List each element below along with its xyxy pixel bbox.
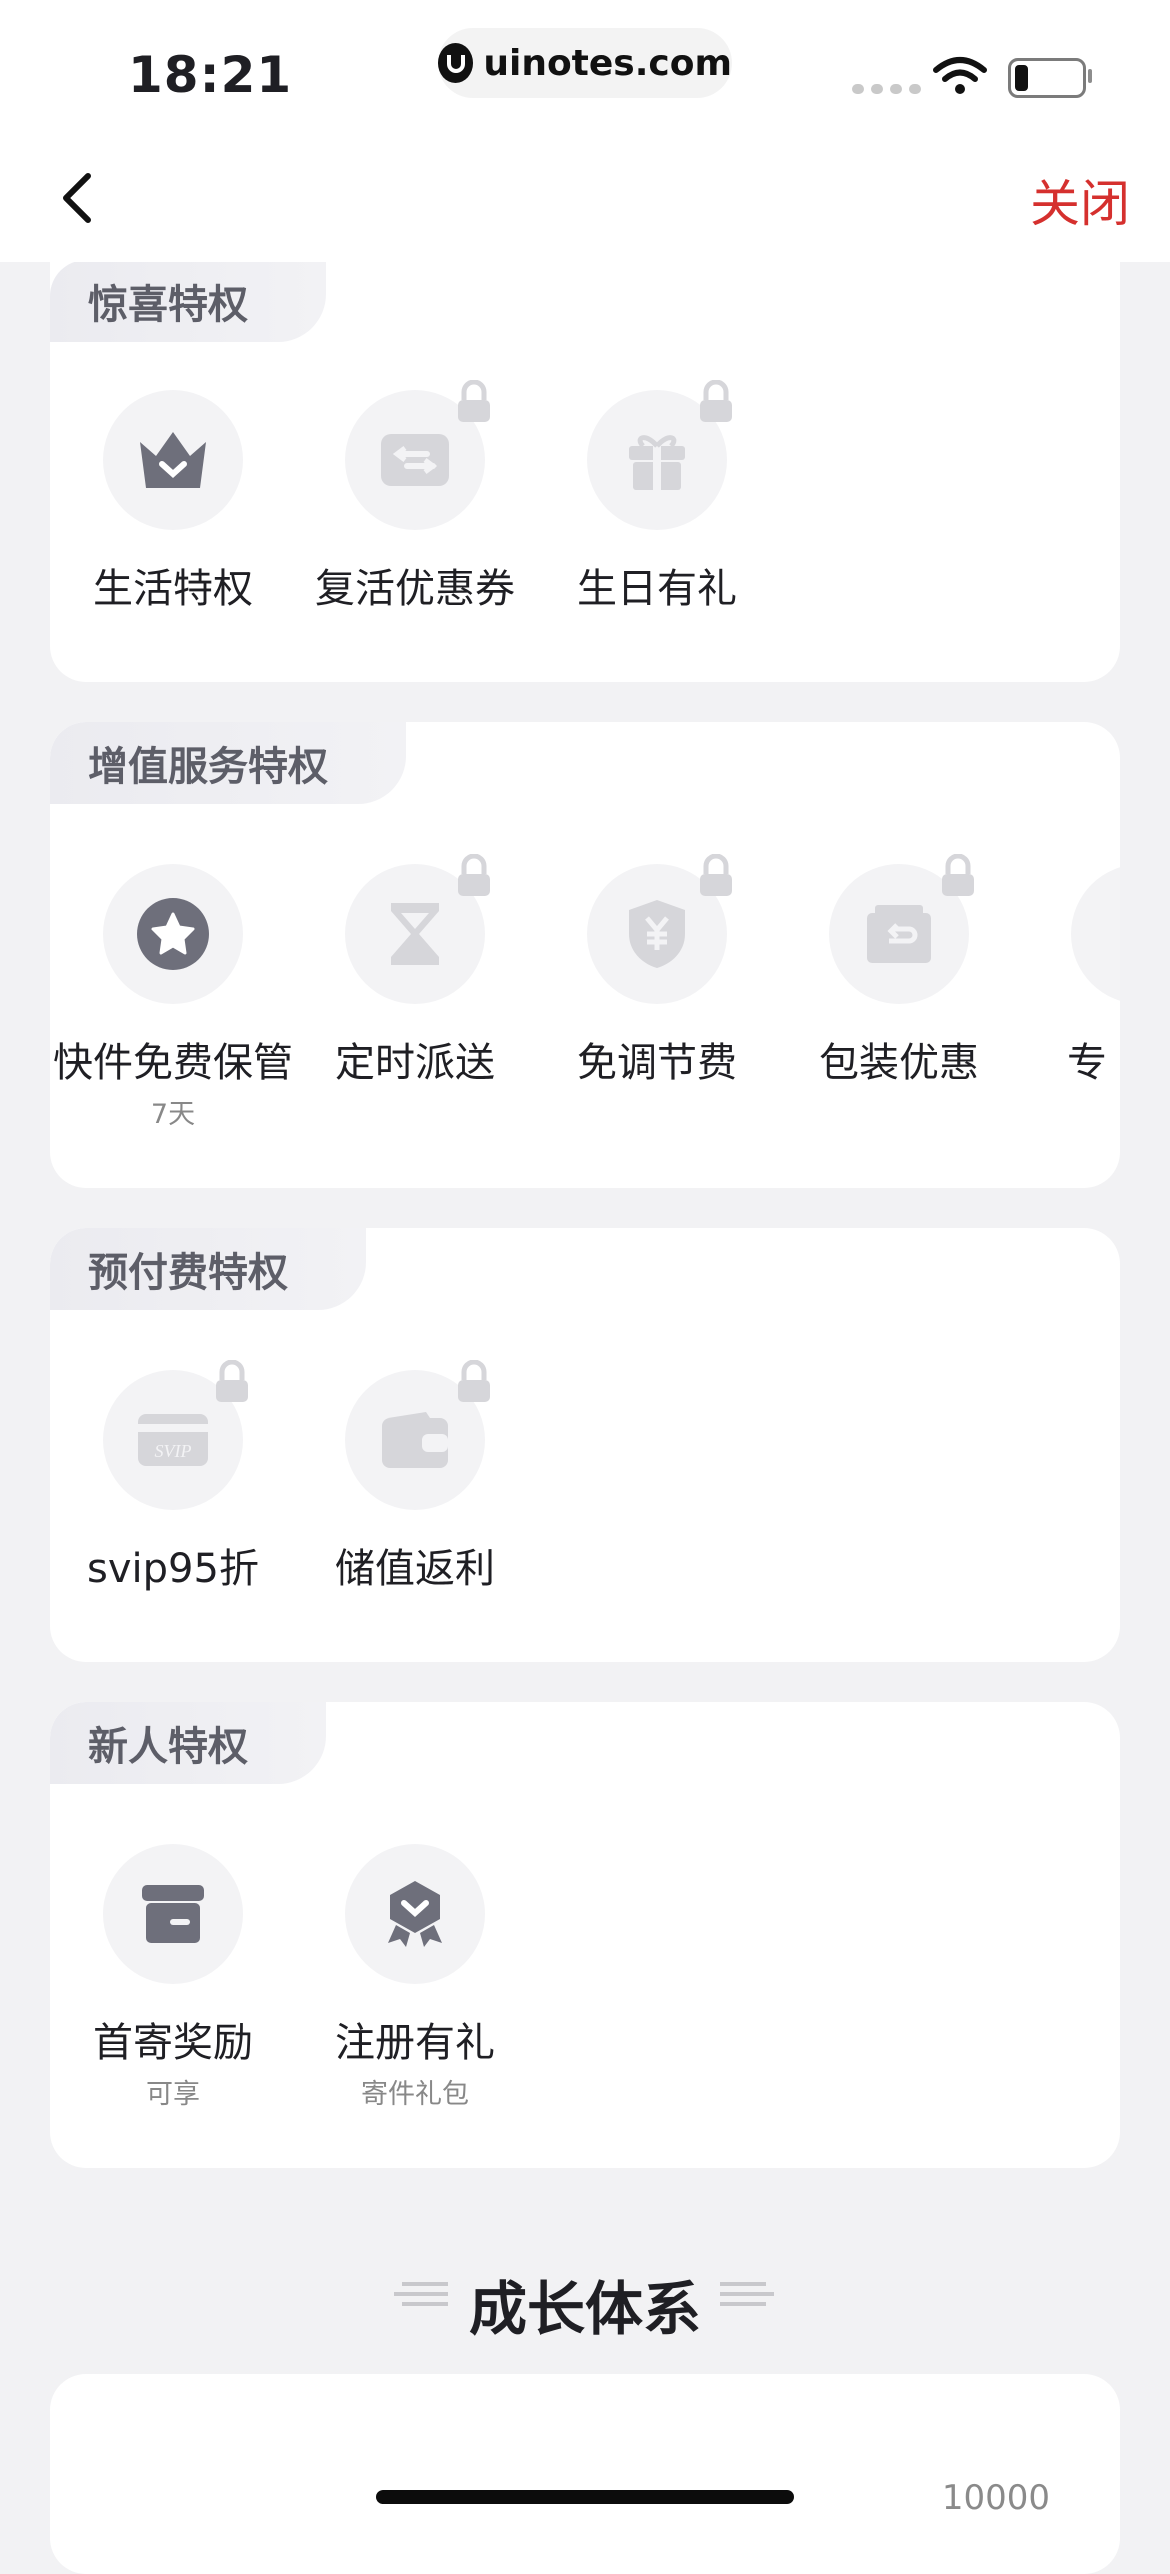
- privilege-item[interactable]: 储值返利: [274, 1360, 516, 1610]
- lock-icon: [700, 380, 732, 422]
- status-bar: 18:21 uinotes.com: [0, 0, 1170, 130]
- cellular-signal-icon: [852, 84, 921, 94]
- section-card-newcomer: 新人特权 首寄奖励 可享 注册有礼 寄件礼包: [50, 1702, 1120, 2168]
- privilege-item[interactable]: 专: [1000, 864, 1120, 1104]
- section-card-prepaid: 预付费特权 SVIP svip95折 储值返利: [50, 1228, 1120, 1662]
- privilege-label: 包装优惠: [819, 1040, 979, 1086]
- lock-icon: [458, 1360, 490, 1402]
- crown-icon: [103, 390, 243, 530]
- wifi-icon: [933, 57, 987, 94]
- privilege-label: 生日有礼: [577, 566, 737, 612]
- lock-icon: [458, 854, 490, 896]
- star-badge-icon: [103, 864, 243, 1004]
- site-logo-icon: [438, 43, 474, 83]
- box-icon: [103, 1844, 243, 1984]
- growth-max-value: 10000: [941, 2478, 1050, 2518]
- growth-section-title: 成长体系: [468, 2275, 701, 2343]
- lock-icon: [942, 854, 974, 896]
- partial-icon: [1071, 864, 1120, 1004]
- section-title: 增值服务特权: [50, 722, 406, 804]
- privilege-label: 专: [1067, 1040, 1107, 1086]
- medal-icon: [345, 1844, 485, 1984]
- section-card-value-added: 增值服务特权 快件免费保管 7天 定时派送 免调节费 包装优惠 专: [50, 722, 1120, 1188]
- privilege-label: 免调节费: [577, 1040, 737, 1086]
- privilege-item[interactable]: 免调节费: [516, 854, 758, 1104]
- battery-icon: [1008, 58, 1086, 98]
- url-text: uinotes.com: [483, 42, 732, 84]
- section-title: 惊喜特权: [50, 260, 326, 342]
- close-button[interactable]: 关闭: [1030, 164, 1130, 236]
- privilege-label: 定时派送: [335, 1040, 495, 1086]
- lock-icon: [700, 854, 732, 896]
- status-time: 18:21: [128, 46, 293, 104]
- privilege-item[interactable]: 生日有礼: [516, 380, 758, 630]
- privilege-label: 注册有礼: [335, 2020, 495, 2066]
- privilege-label: 储值返利: [335, 1546, 495, 1592]
- lock-icon: [458, 380, 490, 422]
- privilege-item[interactable]: 生活特权: [50, 390, 274, 630]
- nav-bar: 关闭: [0, 130, 1170, 262]
- section-title: 预付费特权: [50, 1228, 366, 1310]
- section-card-surprise: 惊喜特权 生活特权 复活优惠券 生日有礼: [50, 220, 1120, 682]
- title-decoration-right: [720, 2282, 774, 2306]
- privilege-item[interactable]: 首寄奖励 可享: [50, 1844, 274, 2110]
- privilege-item[interactable]: 复活优惠券: [274, 380, 516, 630]
- url-pill[interactable]: uinotes.com: [438, 28, 732, 98]
- back-icon[interactable]: [48, 168, 108, 228]
- section-title: 新人特权: [50, 1702, 326, 1784]
- privilege-item[interactable]: 定时派送: [274, 854, 516, 1104]
- home-indicator[interactable]: [376, 2490, 794, 2504]
- lock-icon: [216, 1360, 248, 1402]
- privilege-item[interactable]: 快件免费保管 7天: [50, 864, 293, 1130]
- battery-cap: [1088, 69, 1092, 83]
- privilege-item[interactable]: 注册有礼 寄件礼包: [274, 1844, 516, 2110]
- privilege-item[interactable]: 包装优惠: [758, 854, 1000, 1104]
- privilege-label: 复活优惠券: [315, 566, 515, 612]
- privilege-item[interactable]: SVIP svip95折: [50, 1360, 274, 1610]
- svg-text:SVIP: SVIP: [155, 1441, 192, 1461]
- growth-card: [50, 2374, 1120, 2574]
- privilege-sublabel: 寄件礼包: [361, 2079, 469, 2110]
